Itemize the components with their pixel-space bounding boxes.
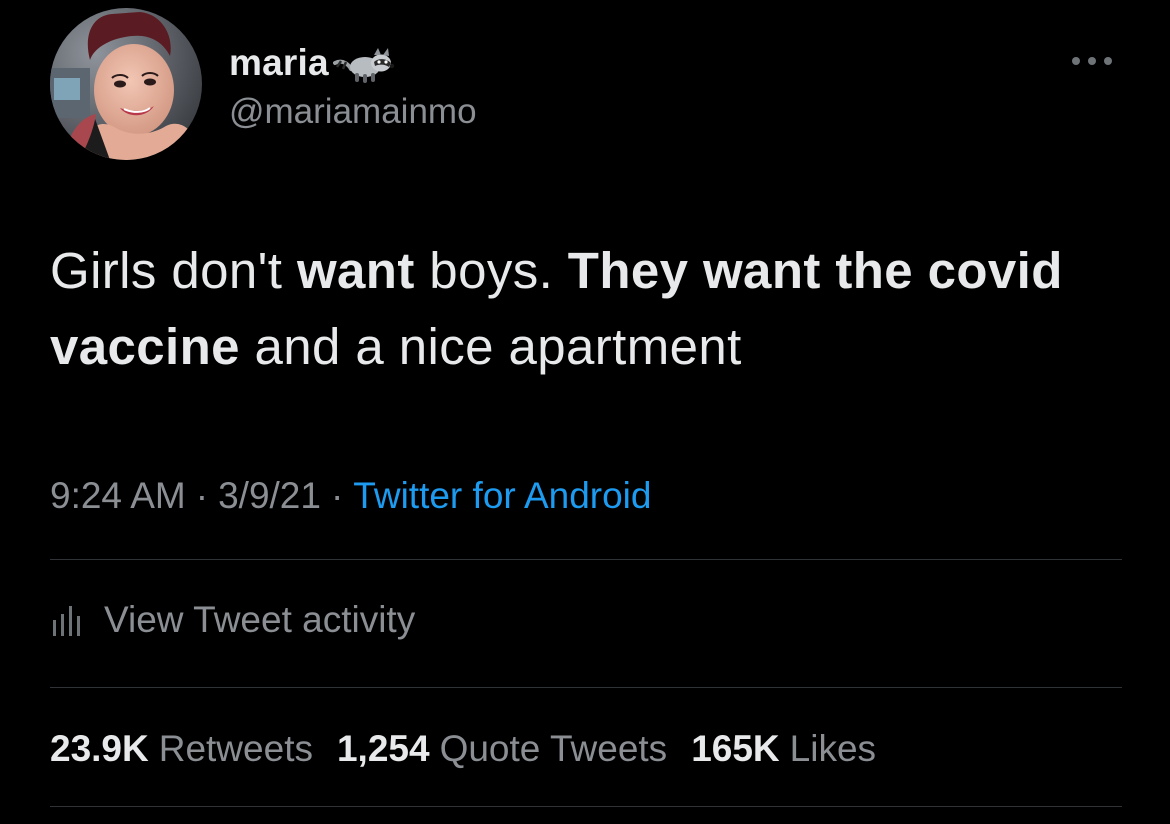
quote-tweets-count: 1,254 xyxy=(336,728,430,769)
engagement-stats: 23.9K Retweets 1,254 Quote Tweets 165K Like… xyxy=(50,722,900,776)
avatar-image xyxy=(50,8,202,160)
divider xyxy=(50,687,1122,688)
tweet-time[interactable]: 9:24 AM xyxy=(50,475,186,516)
tweet-date[interactable]: 3/9/21 xyxy=(218,475,321,516)
retweets-label: Retweets xyxy=(158,728,313,769)
tweet-text-segment: and a nice apartment xyxy=(239,318,742,375)
likes-stat[interactable]: 165K Likes xyxy=(691,728,876,770)
meta-separator: · xyxy=(195,475,209,516)
tweet-text: Girls don't want boys. They want the cov… xyxy=(50,233,1140,385)
author-handle[interactable]: @mariamainmo xyxy=(229,92,477,132)
tweet-meta: 9:24 AM · 3/9/21 · Twitter for Android xyxy=(50,470,651,522)
avatar[interactable] xyxy=(50,8,202,160)
retweets-count: 23.9K xyxy=(50,728,149,769)
quote-tweets-label: Quote Tweets xyxy=(439,728,668,769)
meta-separator: · xyxy=(330,475,344,516)
divider xyxy=(50,806,1122,807)
quote-tweets-stat[interactable]: 1,254 Quote Tweets xyxy=(337,728,667,770)
tweet-text-segment-bold: want xyxy=(296,242,415,299)
likes-label: Likes xyxy=(789,728,877,769)
view-tweet-activity-label: View Tweet activity xyxy=(104,599,416,640)
tweet-detail: maria @mariamainmo Girls don't want boys xyxy=(0,0,1170,824)
bar-chart-icon xyxy=(53,606,80,636)
tweet-text-segment: boys. xyxy=(414,242,568,299)
tweet-source-link[interactable]: Twitter for Android xyxy=(353,475,651,516)
retweets-stat[interactable]: 23.9K Retweets xyxy=(50,728,313,770)
raccoon-icon xyxy=(332,48,394,83)
more-horizontal-icon xyxy=(1072,57,1112,65)
divider xyxy=(50,559,1122,560)
display-name[interactable]: maria xyxy=(229,42,329,84)
likes-count: 165K xyxy=(691,728,780,769)
tweet-text-segment: Girls don't xyxy=(50,242,297,299)
more-button[interactable] xyxy=(1064,46,1120,76)
author-name-row[interactable]: maria xyxy=(229,38,397,88)
view-tweet-activity-button[interactable]: View Tweet activity xyxy=(50,592,415,648)
